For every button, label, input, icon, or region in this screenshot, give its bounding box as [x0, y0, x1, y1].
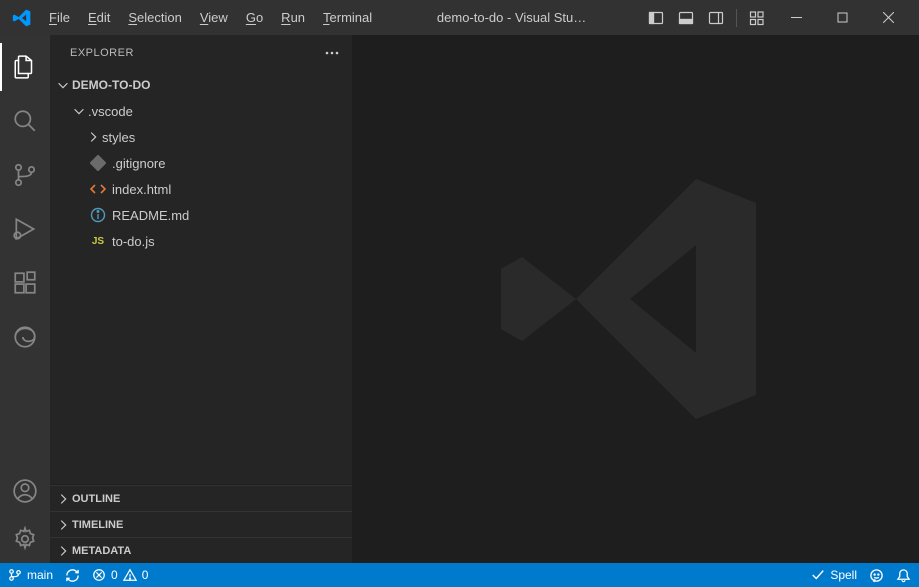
- activity-search[interactable]: [0, 97, 50, 145]
- check-icon: [811, 568, 825, 582]
- section-outline[interactable]: OUTLINE: [50, 485, 352, 511]
- menu-go[interactable]: GoGo: [237, 4, 272, 31]
- bell-icon: [896, 568, 911, 583]
- status-branch[interactable]: main: [8, 568, 53, 582]
- menu-run[interactable]: RunRun: [272, 4, 314, 31]
- tree-folder-vscode[interactable]: .vscode: [50, 98, 352, 124]
- activity-debug[interactable]: [0, 205, 50, 253]
- menu-terminal[interactable]: TerminalTerminal: [314, 4, 381, 31]
- explorer-header: EXPLORER: [50, 35, 352, 70]
- menu-view[interactable]: ViewView: [191, 4, 237, 31]
- chevron-down-icon: [70, 104, 88, 118]
- status-problems[interactable]: 0 0: [92, 568, 148, 582]
- status-feedback[interactable]: [869, 568, 884, 583]
- toggle-sidebar-left-icon[interactable]: [642, 4, 670, 32]
- activity-extensions[interactable]: [0, 259, 50, 307]
- js-file-icon: JS: [88, 236, 108, 247]
- sync-icon: [65, 568, 80, 583]
- more-actions-icon[interactable]: [324, 45, 340, 61]
- status-bar: main 0 0 Spell: [0, 563, 919, 587]
- collapsed-sections: OUTLINE TIMELINE METADATA: [50, 484, 352, 563]
- gitignore-file-icon: [88, 155, 108, 171]
- edge-icon: [12, 324, 38, 350]
- vscode-logo-icon: [12, 8, 32, 28]
- tree-folder-styles[interactable]: styles: [50, 124, 352, 150]
- close-button[interactable]: [865, 0, 911, 35]
- explorer-title: EXPLORER: [70, 47, 134, 59]
- activity-source-control[interactable]: [0, 151, 50, 199]
- minimize-button[interactable]: [773, 0, 819, 35]
- main-body: EXPLORER DEMO-TO-DO .vscode styles .giti…: [0, 35, 919, 563]
- sidebar-explorer: EXPLORER DEMO-TO-DO .vscode styles .giti…: [50, 35, 352, 563]
- activity-edge-devtools[interactable]: [0, 313, 50, 361]
- chevron-right-icon: [84, 130, 102, 144]
- section-metadata[interactable]: METADATA: [50, 537, 352, 563]
- tree-file-todo-js[interactable]: JS to-do.js: [50, 228, 352, 254]
- customize-layout-icon[interactable]: [743, 4, 771, 32]
- maximize-button[interactable]: [819, 0, 865, 35]
- window-title: demo-to-do - Visual Stu…: [383, 10, 640, 25]
- toggle-panel-icon[interactable]: [672, 4, 700, 32]
- menu-bar: FFileile EditEdit SelectionSelection Vie…: [40, 4, 381, 31]
- chevron-right-icon: [54, 492, 72, 506]
- feedback-icon: [869, 568, 884, 583]
- tree-file-index-html[interactable]: index.html: [50, 176, 352, 202]
- status-notifications[interactable]: [896, 568, 911, 583]
- section-timeline[interactable]: TIMELINE: [50, 511, 352, 537]
- layout-controls: [642, 4, 771, 32]
- extensions-icon: [12, 270, 38, 296]
- activity-bar: [0, 35, 50, 563]
- gear-icon: [12, 526, 38, 552]
- activity-account[interactable]: [0, 467, 50, 515]
- menu-selection[interactable]: SelectionSelection: [119, 4, 190, 31]
- status-spell[interactable]: Spell: [811, 568, 857, 582]
- menu-edit[interactable]: EditEdit: [79, 4, 119, 31]
- chevron-right-icon: [54, 544, 72, 558]
- root-folder-label: DEMO-TO-DO: [72, 78, 150, 92]
- chevron-down-icon: [54, 78, 72, 92]
- branch-icon: [8, 568, 22, 582]
- search-icon: [12, 108, 38, 134]
- window-controls: [773, 0, 911, 35]
- file-tree: DEMO-TO-DO .vscode styles .gitignore ind…: [50, 70, 352, 484]
- warning-icon: [123, 568, 137, 582]
- toggle-sidebar-right-icon[interactable]: [702, 4, 730, 32]
- vscode-watermark-icon: [486, 149, 786, 449]
- play-bug-icon: [12, 216, 38, 242]
- chevron-right-icon: [54, 518, 72, 532]
- layout-divider: [736, 9, 737, 27]
- tree-file-gitignore[interactable]: .gitignore: [50, 150, 352, 176]
- menu-file[interactable]: FFileile: [40, 4, 79, 31]
- info-file-icon: [88, 207, 108, 223]
- editor-area: [352, 35, 919, 563]
- account-icon: [12, 478, 38, 504]
- activity-settings[interactable]: [0, 515, 50, 563]
- tree-file-readme[interactable]: README.md: [50, 202, 352, 228]
- files-icon: [12, 54, 38, 80]
- tree-root[interactable]: DEMO-TO-DO: [50, 72, 352, 98]
- title-bar: FFileile EditEdit SelectionSelection Vie…: [0, 0, 919, 35]
- branch-icon: [12, 162, 38, 188]
- activity-explorer[interactable]: [0, 43, 50, 91]
- html-file-icon: [88, 181, 108, 197]
- status-sync[interactable]: [65, 568, 80, 583]
- error-icon: [92, 568, 106, 582]
